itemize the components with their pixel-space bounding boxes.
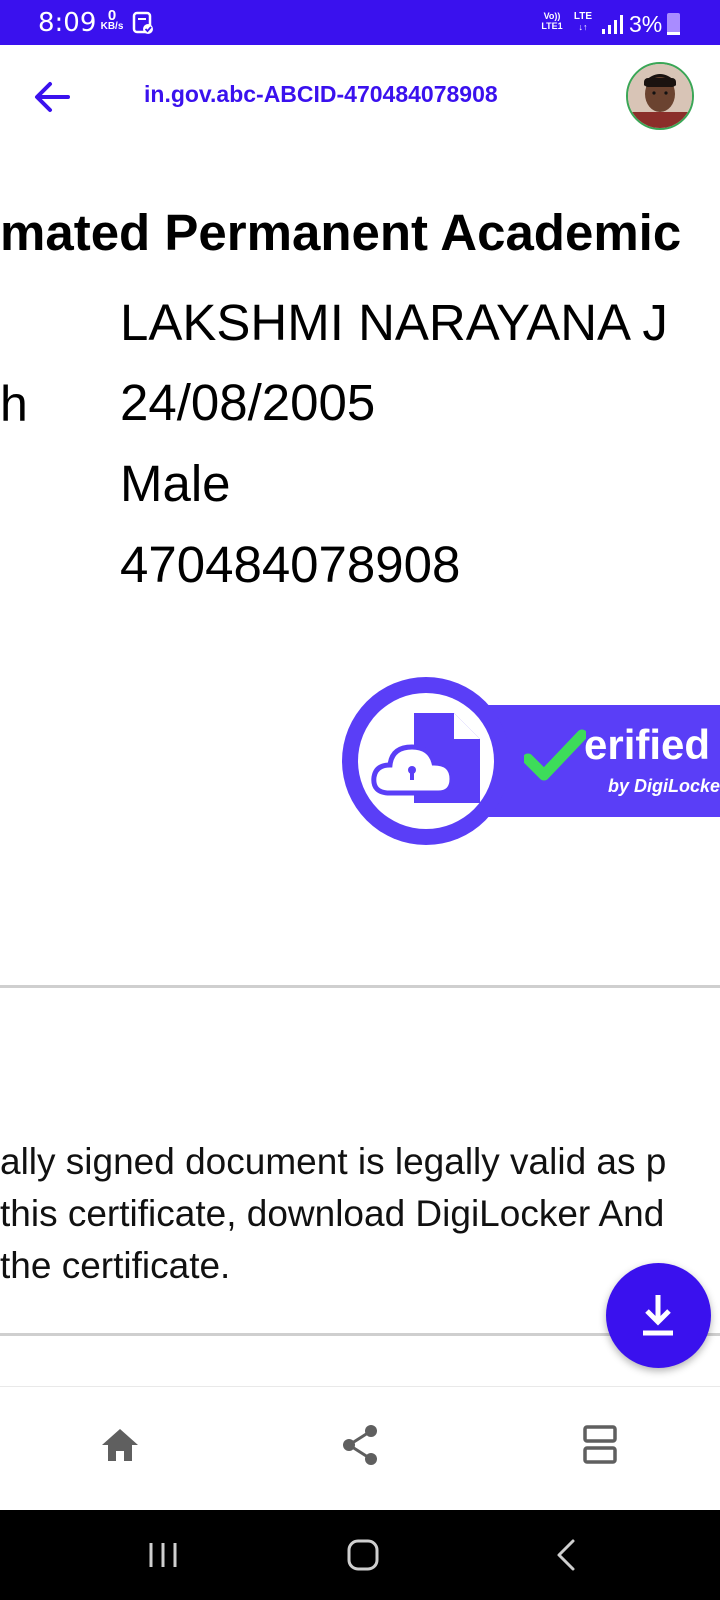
document-cloud-lock-icon (371, 713, 480, 803)
check-icon (524, 729, 586, 781)
network-speed-unit: KB/s (100, 21, 124, 32)
badge-verified-text: erified (584, 721, 711, 768)
verified-by-digilocker-badge: erified by DigiLocker (342, 677, 720, 845)
legal-note: ally signed document is legally valid as… (0, 1136, 666, 1292)
download-button[interactable] (606, 1263, 711, 1368)
battery-icon (667, 13, 680, 35)
network-speed: 0 KB/s (97, 7, 127, 32)
details-icon (583, 1425, 617, 1464)
share-icon (343, 1425, 377, 1465)
lte-label: LTE (573, 11, 593, 22)
avatar[interactable] (626, 62, 694, 130)
battery-percent: 3% (629, 11, 663, 37)
document-heading: mated Permanent Academic (0, 204, 682, 261)
badge-subtext: by DigiLocker (608, 776, 720, 796)
status-time: 8:09 (38, 8, 97, 38)
network-speed-value: 0 (107, 7, 117, 24)
document-title: in.gov.abc-ABCID-470484078908 (144, 81, 498, 107)
app-bar: in.gov.abc-ABCID-470484078908 (0, 45, 720, 150)
recent-apps-icon (149, 1543, 177, 1567)
details-tab[interactable] (570, 1415, 630, 1475)
volte-top: Vo)) (543, 11, 561, 21)
bottom-navigation (0, 1386, 720, 1512)
home-icon (102, 1429, 138, 1461)
gender: Male (120, 455, 231, 512)
home-tab[interactable] (90, 1415, 150, 1475)
data-arrows-icon: ↓↑ (578, 22, 588, 32)
profile-photo (628, 64, 692, 128)
legal-note-line: ally signed document is legally valid as… (0, 1141, 667, 1182)
date-of-birth: 24/08/2005 (120, 374, 376, 431)
back-button[interactable] (30, 75, 74, 119)
legal-note-line: the certificate. (0, 1245, 231, 1286)
abc-id-number: 470484078908 (120, 536, 461, 593)
system-home-button[interactable] (338, 1535, 388, 1575)
signal-icon (601, 15, 623, 40)
system-navigation-bar (0, 1510, 720, 1600)
status-bar: 8:09 0 KB/s Vo)) LTE1 LTE ↓↑ 3% (0, 0, 720, 45)
document-notification-icon (132, 11, 154, 40)
volte-bottom: LTE1 (541, 21, 563, 31)
back-chevron-icon (557, 1539, 575, 1571)
field-label-fragment: h (0, 376, 28, 432)
student-name: LAKSHMI NARAYANA J (120, 294, 668, 351)
download-icon (643, 1295, 673, 1336)
legal-note-line: this certificate, download DigiLocker An… (0, 1193, 665, 1234)
recent-apps-button[interactable] (138, 1535, 188, 1575)
system-back-button[interactable] (542, 1535, 592, 1575)
share-tab[interactable] (330, 1415, 390, 1475)
arrow-left-icon (35, 82, 70, 112)
home-circle-icon (347, 1539, 379, 1571)
divider-top (0, 985, 720, 988)
lte-indicator: LTE ↓↑ (570, 11, 596, 33)
volte-indicator: Vo)) LTE1 (538, 11, 566, 31)
